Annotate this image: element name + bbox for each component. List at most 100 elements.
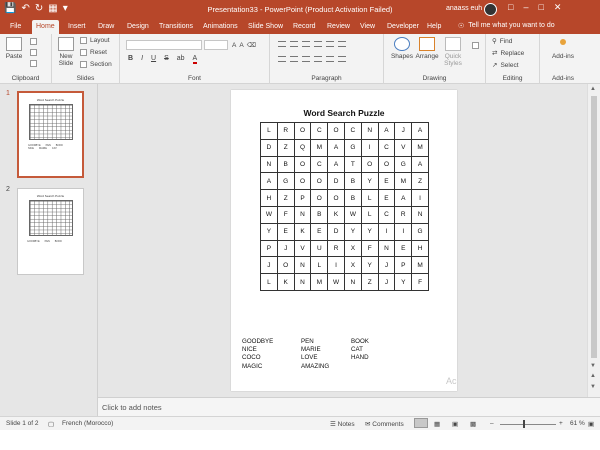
zoom-out-icon[interactable]: –: [490, 420, 494, 427]
shape-fill-icon[interactable]: [472, 42, 479, 49]
ribbon-tabs: File Home Insert Draw Design Transitions…: [0, 20, 600, 34]
font-color-icon[interactable]: A: [193, 55, 198, 64]
font-size-input[interactable]: [204, 40, 228, 50]
slide-sorter-icon[interactable]: ▦: [434, 420, 440, 428]
maximize-icon[interactable]: □: [538, 2, 543, 13]
puzzle-cell: I: [395, 223, 412, 240]
scroll-down-icon[interactable]: ▼: [590, 363, 596, 369]
fit-slide-icon[interactable]: ▣: [588, 420, 594, 428]
align-buttons[interactable]: [278, 56, 346, 62]
next-slide-icon[interactable]: ▼: [590, 384, 596, 390]
puzzle-cell: J: [395, 123, 412, 140]
language-indicator[interactable]: French (Morocco): [62, 420, 113, 427]
close-icon[interactable]: ✕: [554, 2, 562, 13]
puzzle-cell: B: [277, 156, 294, 173]
font-name-input[interactable]: [126, 40, 202, 50]
find-button[interactable]: ⚲Find: [492, 37, 512, 45]
puzzle-cell: A: [412, 123, 429, 140]
comments-toggle[interactable]: ✉ Comments: [365, 420, 404, 428]
tab-slide-show[interactable]: Slide Show: [244, 22, 287, 32]
vertical-scrollbar[interactable]: ▲ ▼ ▲ ▼: [587, 84, 600, 397]
select-button[interactable]: ↗Select: [492, 61, 519, 69]
underline-button[interactable]: U: [151, 55, 156, 64]
tab-animations[interactable]: Animations: [199, 22, 242, 32]
puzzle-cell: P: [261, 240, 278, 257]
addins-button[interactable]: Add-ins: [546, 39, 580, 60]
tab-developer[interactable]: Developer: [383, 22, 423, 32]
slide-thumbnail-1[interactable]: Word Search Puzzle GOODBYEPENBOOKNICEMAR…: [17, 91, 84, 178]
scroll-up-icon[interactable]: ▲: [590, 86, 596, 92]
puzzle-cell: B: [344, 190, 361, 207]
new-slide-button[interactable]: New Slide: [55, 37, 77, 67]
puzzle-title[interactable]: Word Search Puzzle: [231, 108, 457, 118]
notes-pane[interactable]: Click to add notes: [98, 397, 600, 416]
replace-button[interactable]: ⇄Replace: [492, 49, 524, 57]
puzzle-cell: Z: [412, 173, 429, 190]
puzzle-cell: Q: [294, 139, 311, 156]
puzzle-grid-table[interactable]: LROCOCNAJADZQMAGICVMNBOCATOOGAAGOODBYEMZ…: [260, 122, 429, 291]
cursor-icon: ↗: [492, 61, 497, 69]
zoom-in-icon[interactable]: +: [559, 420, 563, 427]
shapes-button[interactable]: Shapes: [390, 37, 414, 60]
word-list-column-3[interactable]: BOOKCATHAND: [351, 338, 369, 363]
zoom-slider[interactable]: [500, 424, 556, 425]
tell-me-search[interactable]: ☉ Tell me what you want to do: [458, 22, 555, 30]
cut-button[interactable]: [30, 38, 37, 45]
puzzle-cell: Z: [277, 190, 294, 207]
paste-button[interactable]: Paste: [4, 37, 24, 60]
arrange-icon: [419, 37, 435, 51]
layout-button[interactable]: Layout: [80, 37, 110, 44]
strikethrough-button[interactable]: S: [164, 55, 169, 64]
font-size-buttons[interactable]: AA⌫: [232, 41, 256, 49]
notes-toggle[interactable]: ☰ Notes: [330, 420, 355, 428]
slides-label: Slides: [52, 75, 119, 82]
font-group: AA⌫ B I U S ab A Font: [120, 34, 270, 84]
shadow-button[interactable]: ab: [177, 55, 185, 64]
drawing-label: Drawing: [384, 75, 485, 82]
quick-styles-button[interactable]: Quick Styles: [440, 37, 466, 67]
tab-file[interactable]: File: [6, 22, 25, 32]
tab-insert[interactable]: Insert: [64, 22, 90, 32]
tab-home[interactable]: Home: [32, 20, 59, 34]
puzzle-cell: X: [344, 257, 361, 274]
slideshow-view-icon[interactable]: ▩: [470, 420, 476, 428]
user-name[interactable]: anaass euh: [446, 5, 482, 12]
puzzle-cell: Z: [277, 139, 294, 156]
ribbon-display-icon[interactable]: □: [508, 2, 513, 13]
puzzle-cell: D: [328, 223, 345, 240]
puzzle-cell: P: [395, 257, 412, 274]
reading-view-icon[interactable]: ▣: [452, 420, 458, 428]
slide-thumbnail-2[interactable]: Word Search Puzzle GOODBYEPENBOOK: [17, 188, 84, 275]
bold-button[interactable]: B: [128, 55, 133, 64]
tab-record[interactable]: Record: [289, 22, 320, 32]
scroll-thumb[interactable]: [591, 96, 597, 358]
puzzle-cell: Y: [361, 223, 378, 240]
section-button[interactable]: Section: [80, 61, 112, 68]
word-list-column-1[interactable]: GOODBYENICECOCOMAGIC: [242, 338, 273, 371]
normal-view-icon[interactable]: [414, 418, 428, 428]
italic-button[interactable]: I: [141, 55, 143, 64]
shapes-icon: [394, 37, 410, 51]
minimize-icon[interactable]: –: [523, 2, 528, 13]
tab-view[interactable]: View: [356, 22, 379, 32]
notes-toggle-label: Notes: [338, 421, 355, 428]
spellcheck-icon[interactable]: ▢: [48, 420, 54, 428]
tab-help[interactable]: Help: [423, 22, 445, 32]
word-list-column-2[interactable]: PENMARIELOVEAMAZING: [301, 338, 329, 371]
reset-icon: [80, 49, 87, 56]
avatar[interactable]: [484, 3, 497, 16]
tab-review[interactable]: Review: [323, 22, 354, 32]
current-slide[interactable]: Word Search Puzzle LROCOCNAJADZQMAGICVMN…: [231, 90, 457, 391]
arrange-button[interactable]: Arrange: [414, 37, 440, 60]
format-painter-button[interactable]: [30, 60, 37, 67]
reset-button[interactable]: Reset: [80, 49, 107, 56]
previous-slide-icon[interactable]: ▲: [590, 373, 596, 379]
list-buttons[interactable]: [278, 41, 346, 47]
addins-icon: [560, 39, 566, 45]
zoom-slider-thumb[interactable]: [523, 420, 525, 428]
tab-transitions[interactable]: Transitions: [155, 22, 197, 32]
zoom-level[interactable]: 61 %: [570, 420, 585, 427]
copy-button[interactable]: [30, 49, 37, 56]
tab-draw[interactable]: Draw: [94, 22, 118, 32]
tab-design[interactable]: Design: [123, 22, 153, 32]
